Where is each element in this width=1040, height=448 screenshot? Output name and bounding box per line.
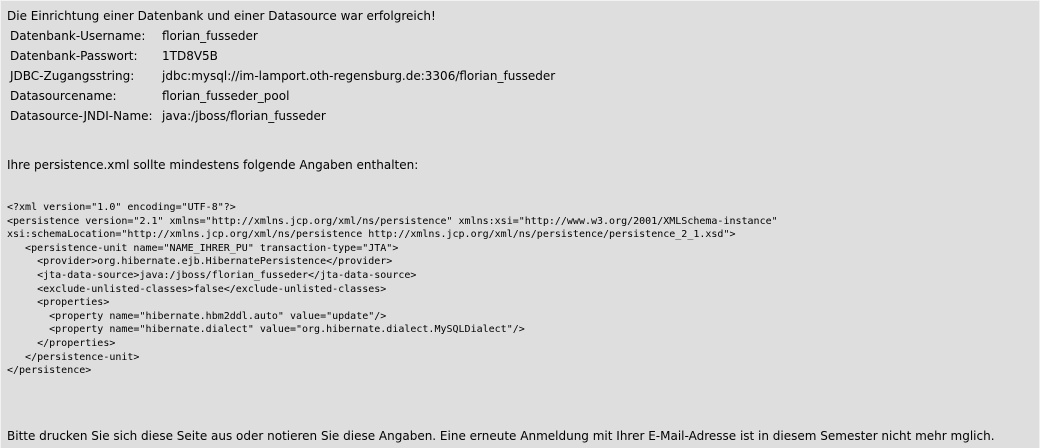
jndi-name-label: Datasource-JNDI-Name: bbox=[10, 109, 153, 123]
credentials-table: Datenbank-Username: florian_fusseder Dat… bbox=[8, 26, 557, 126]
table-row: Datenbank-Username: florian_fusseder bbox=[8, 26, 557, 46]
table-row: Datenbank-Passwort: 1TD8V5B bbox=[8, 46, 557, 66]
print-notice: Bitte drucken Sie sich diese Seite aus o… bbox=[7, 429, 995, 443]
result-page: Die Einrichtung einer Datenbank und eine… bbox=[0, 0, 1040, 448]
jdbc-string-label: JDBC-Zugangsstring: bbox=[10, 69, 135, 83]
table-row: Datasource-JNDI-Name: java:/jboss/floria… bbox=[8, 106, 557, 126]
datasource-name-label: Datasourcename: bbox=[10, 89, 117, 103]
password-label: Datenbank-Passwort: bbox=[10, 49, 138, 63]
jdbc-string-value: jdbc:mysql://im-lamport.oth-regensburg.d… bbox=[162, 69, 556, 83]
username-value: florian_fusseder bbox=[162, 29, 258, 43]
datasource-name-value: florian_fusseder_pool bbox=[162, 89, 290, 103]
username-label: Datenbank-Username: bbox=[10, 29, 146, 43]
persistence-xml-code: <?xml version="1.0" encoding="UTF-8"?> <… bbox=[7, 202, 778, 377]
table-row: Datasourcename: florian_fusseder_pool bbox=[8, 86, 557, 106]
table-row: JDBC-Zugangsstring: jdbc:mysql://im-lamp… bbox=[8, 66, 557, 86]
success-message: Die Einrichtung einer Datenbank und eine… bbox=[7, 9, 436, 23]
persistence-intro: Ihre persistence.xml sollte mindestens f… bbox=[7, 158, 419, 172]
jndi-name-value: java:/jboss/florian_fusseder bbox=[162, 109, 326, 123]
password-value: 1TD8V5B bbox=[162, 49, 218, 63]
